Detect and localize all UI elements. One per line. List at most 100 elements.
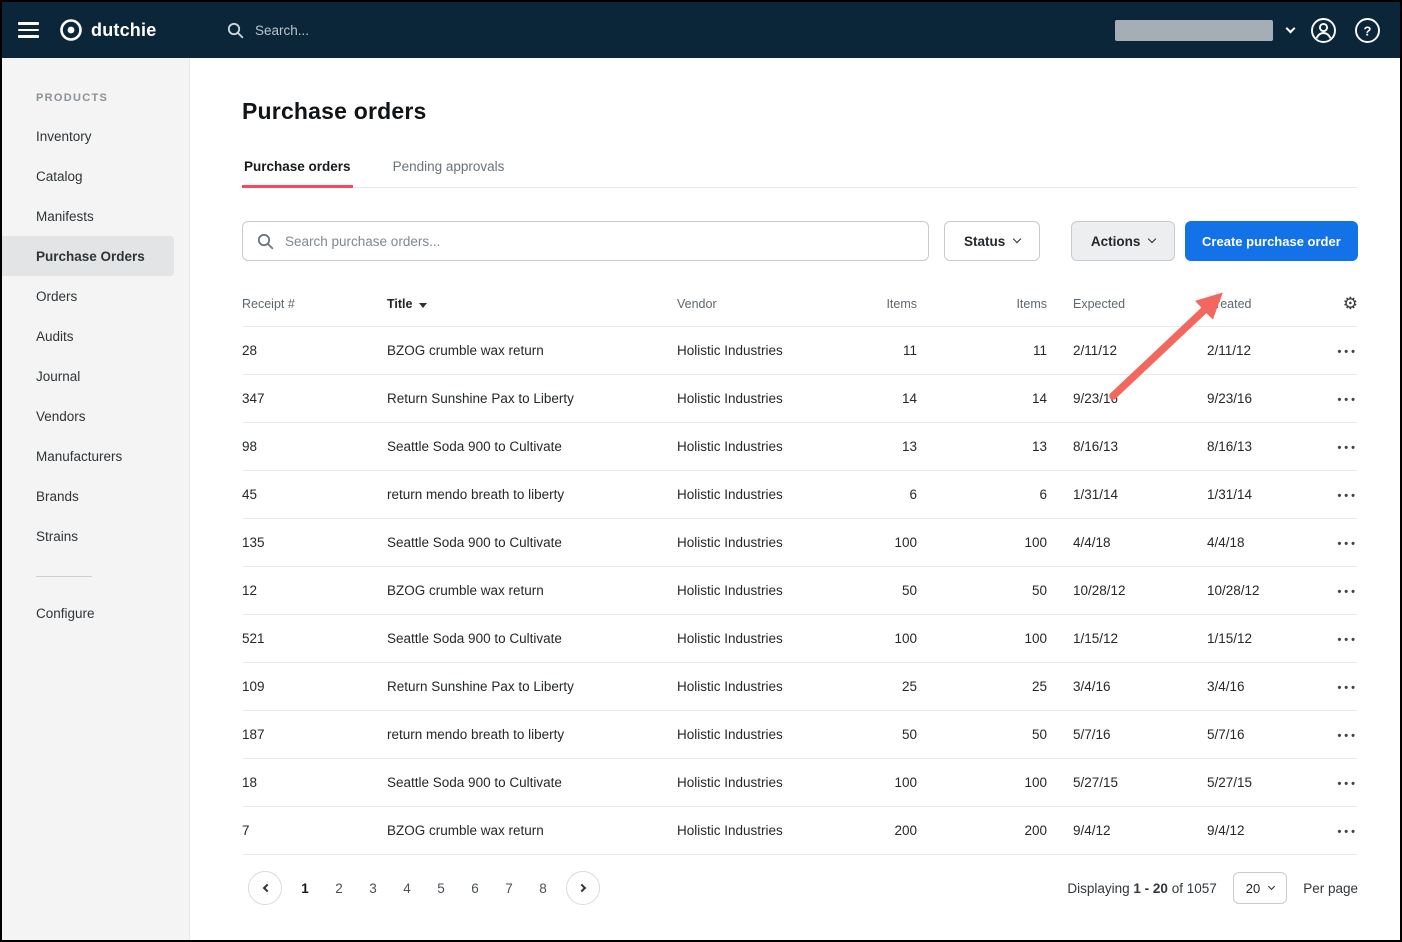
topbar: dutchie ? (2, 2, 1400, 58)
column-header-items[interactable]: Items (862, 285, 917, 327)
chevron-left-icon (262, 884, 270, 892)
create-purchase-order-button[interactable]: Create purchase order (1185, 221, 1358, 261)
sidebar-item-journal[interactable]: Journal (2, 356, 189, 396)
table-row[interactable]: 347 Return Sunshine Pax to Liberty Holis… (242, 375, 1358, 423)
row-actions-icon[interactable]: ••• (1337, 490, 1358, 502)
row-actions-icon[interactable]: ••• (1337, 730, 1358, 742)
row-actions-icon[interactable]: ••• (1337, 778, 1358, 790)
column-header-vendor[interactable]: Vendor (677, 285, 862, 327)
cell-items-2: 100 (917, 759, 1047, 807)
cell-created: 5/27/15 (1181, 759, 1309, 807)
per-page-select[interactable]: 20 (1233, 872, 1287, 904)
sort-desc-icon (419, 303, 427, 308)
displaying-text: Displaying 1 - 20 of 1057 (1067, 881, 1216, 896)
column-header-created[interactable]: Created (1181, 285, 1309, 327)
cell-expected: 3/4/16 (1047, 663, 1181, 711)
row-actions-icon[interactable]: ••• (1337, 538, 1358, 550)
cell-title: Seattle Soda 900 to Cultivate (387, 423, 677, 471)
cell-created: 1/15/12 (1181, 615, 1309, 663)
chevron-right-icon (577, 884, 585, 892)
actions-dropdown[interactable]: Actions (1071, 221, 1175, 261)
page-number-2[interactable]: 2 (322, 881, 356, 896)
table-header-row: Receipt # Title Vendor Items Items Expec… (242, 285, 1358, 327)
row-actions-icon[interactable]: ••• (1337, 634, 1358, 646)
actions-label: Actions (1091, 234, 1141, 249)
page-number-6[interactable]: 6 (458, 881, 492, 896)
cell-title: Return Sunshine Pax to Liberty (387, 663, 677, 711)
row-actions-icon[interactable]: ••• (1337, 826, 1358, 838)
cell-title: Seattle Soda 900 to Cultivate (387, 759, 677, 807)
user-profile-icon[interactable] (1308, 15, 1338, 45)
table-row[interactable]: 18 Seattle Soda 900 to Cultivate Holisti… (242, 759, 1358, 807)
page-number-4[interactable]: 4 (390, 881, 424, 896)
page-number-1[interactable]: 1 (288, 881, 322, 896)
table-row[interactable]: 521 Seattle Soda 900 to Cultivate Holist… (242, 615, 1358, 663)
cell-receipt: 135 (242, 519, 387, 567)
row-actions-icon[interactable]: ••• (1337, 442, 1358, 454)
row-actions-icon[interactable]: ••• (1337, 346, 1358, 358)
sidebar-item-purchase-orders[interactable]: Purchase Orders (2, 236, 174, 276)
sidebar-item-strains[interactable]: Strains (2, 516, 189, 556)
cell-created: 9/23/16 (1181, 375, 1309, 423)
column-header-receipt[interactable]: Receipt # (242, 285, 387, 327)
tab-pending-approvals[interactable]: Pending approvals (391, 153, 507, 187)
cell-items: 50 (862, 711, 917, 759)
brand-name: dutchie (91, 20, 156, 41)
table-row[interactable]: 187 return mendo breath to liberty Holis… (242, 711, 1358, 759)
column-header-items-2[interactable]: Items (917, 285, 1047, 327)
row-actions-icon[interactable]: ••• (1337, 394, 1358, 406)
sidebar-item-audits[interactable]: Audits (2, 316, 189, 356)
po-search-input[interactable] (285, 234, 914, 249)
table-row[interactable]: 12 BZOG crumble wax return Holistic Indu… (242, 567, 1358, 615)
column-header-expected[interactable]: Expected (1047, 285, 1181, 327)
cell-receipt: 347 (242, 375, 387, 423)
cell-items: 100 (862, 759, 917, 807)
cell-items-2: 100 (917, 615, 1047, 663)
pagination-prev-button[interactable] (248, 871, 282, 905)
cell-receipt: 18 (242, 759, 387, 807)
page-number-3[interactable]: 3 (356, 881, 390, 896)
table-row[interactable]: 45 return mendo breath to liberty Holist… (242, 471, 1358, 519)
cell-vendor: Holistic Industries (677, 615, 862, 663)
column-header-title[interactable]: Title (387, 285, 677, 327)
status-filter-dropdown[interactable]: Status (944, 221, 1041, 261)
table-row[interactable]: 109 Return Sunshine Pax to Liberty Holis… (242, 663, 1358, 711)
sidebar-item-manufacturers[interactable]: Manufacturers (2, 436, 189, 476)
cell-vendor: Holistic Industries (677, 663, 862, 711)
page-number-5[interactable]: 5 (424, 881, 458, 896)
sidebar-item-manifests[interactable]: Manifests (2, 196, 189, 236)
sidebar-item-configure[interactable]: Configure (2, 593, 189, 633)
cell-items-2: 25 (917, 663, 1047, 711)
tab-purchase-orders[interactable]: Purchase orders (242, 153, 353, 187)
cell-expected: 5/7/16 (1047, 711, 1181, 759)
table-row[interactable]: 7 BZOG crumble wax return Holistic Indus… (242, 807, 1358, 855)
per-page-value: 20 (1246, 881, 1260, 896)
row-actions-icon[interactable]: ••• (1337, 586, 1358, 598)
sidebar-item-vendors[interactable]: Vendors (2, 396, 189, 436)
table-row[interactable]: 135 Seattle Soda 900 to Cultivate Holist… (242, 519, 1358, 567)
page-number-8[interactable]: 8 (526, 881, 560, 896)
table-row[interactable]: 98 Seattle Soda 900 to Cultivate Holisti… (242, 423, 1358, 471)
table-row[interactable]: 28 BZOG crumble wax return Holistic Indu… (242, 327, 1358, 375)
cell-items-2: 11 (917, 327, 1047, 375)
sidebar-item-inventory[interactable]: Inventory (2, 116, 189, 156)
hamburger-menu-icon[interactable] (18, 22, 39, 37)
row-actions-icon[interactable]: ••• (1337, 682, 1358, 694)
page-number-7[interactable]: 7 (492, 881, 526, 896)
topbar-left: dutchie (2, 18, 190, 42)
location-selector[interactable] (1115, 20, 1273, 41)
chevron-down-icon (1268, 882, 1275, 889)
cell-expected: 9/4/12 (1047, 807, 1181, 855)
help-icon[interactable]: ? (1352, 15, 1382, 45)
pagination-next-button[interactable] (566, 871, 600, 905)
sidebar-item-brands[interactable]: Brands (2, 476, 189, 516)
cell-vendor: Holistic Industries (677, 519, 862, 567)
sidebar-item-catalog[interactable]: Catalog (2, 156, 189, 196)
chevron-down-icon[interactable] (1286, 23, 1296, 33)
global-search-input[interactable] (255, 23, 555, 38)
column-settings-gear-icon[interactable]: ⚙ (1343, 295, 1358, 312)
sidebar-item-orders[interactable]: Orders (2, 276, 189, 316)
cell-created: 10/28/12 (1181, 567, 1309, 615)
cell-title: Seattle Soda 900 to Cultivate (387, 519, 677, 567)
pagination: 1 2 3 4 5 6 7 8 Displaying 1 - 20 of 105… (242, 871, 1358, 905)
